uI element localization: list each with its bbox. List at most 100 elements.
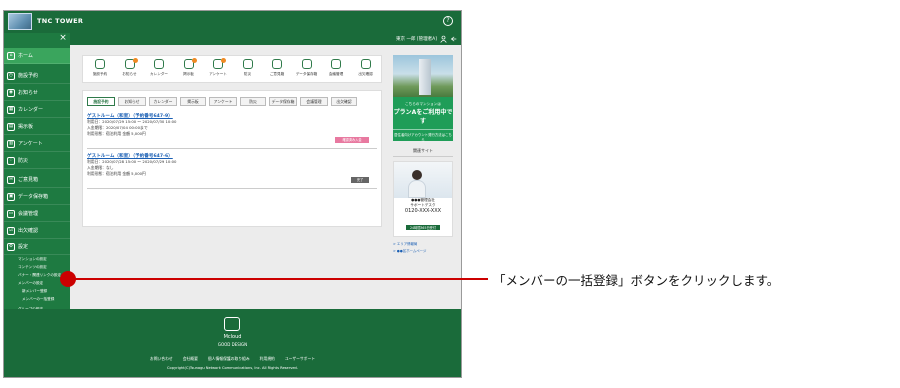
support-hours: 24時間365日受付 — [405, 225, 441, 230]
sidebar-item-7[interactable]: ✉ ご意見箱 — [4, 172, 70, 188]
sidebar: × ⌂ ホーム ◷ 施設予約 ◉ お知らせ ▦ カレンダー ▤ 掲示板 ▥ アンケート ♢ 防災 ✉ ご意見箱… — [4, 33, 70, 319]
top-bar: TNC TOWER ? — [4, 11, 461, 33]
reservation-entry: ゲストルーム（和室）（予約番号647-9） 利用日：2020/07/29 15:0… — [87, 113, 377, 149]
stage: TNC TOWER ? × ⌂ ホーム ◷ 施設予約 ◉ お知らせ ▦ カレンダー ▤ 掲示板 ▥ ア… — [0, 0, 900, 388]
main-area: 東京 一郎 [管理者A] 施設予約 お知らせ カレンダー 掲示板 アンケート 防災 ご意見箱… — [70, 33, 461, 309]
link-ward-homepage[interactable]: > ●●区ホームページ — [393, 248, 426, 253]
sidebar-item-label: カレンダー — [18, 107, 44, 113]
tab-7[interactable]: 会議管理 — [300, 97, 328, 106]
notification-badge — [221, 58, 226, 63]
tab-0[interactable]: 施設予約 — [87, 97, 115, 106]
sidebar-item-10[interactable]: ☑ 出欠確認 — [4, 223, 70, 239]
toolbar-label: ご意見箱 — [269, 72, 285, 76]
footer-link[interactable]: ユーザーサポート — [285, 356, 315, 361]
toolbar-label: アンケート — [209, 72, 227, 76]
user-name[interactable]: 東京 一郎 [管理者A] — [396, 36, 437, 42]
plan-line1: こちらのマンションは — [405, 102, 441, 106]
copyright: Copyright(C)Tsunagu Network Communicatio… — [167, 366, 298, 370]
toolbar-clock-button[interactable]: 施設予約 — [87, 59, 113, 81]
status-badge: 確認済み入金 — [335, 137, 369, 143]
icon-toolbar: 施設予約 お知らせ カレンダー 掲示板 アンケート 防災 ご意見箱 データ保存箱 会議管理 出欠確… — [82, 55, 382, 83]
sidebar-item-icon: ◉ — [7, 89, 15, 97]
support-card[interactable]: ●●●管理会社 サポートデスク 0120-XXX-XXX 24時間365日受付 — [393, 161, 453, 237]
calendar-icon — [154, 59, 164, 69]
annotation-text: 「メンバーの一括登録」ボタンをクリックします。 — [493, 273, 780, 288]
sidebar-item-label: 設定 — [18, 244, 29, 250]
sidebar-item-label: アンケート — [18, 141, 43, 147]
toolbar-label: 会議管理 — [328, 72, 344, 76]
sidebar-item-4[interactable]: ▤ 掲示板 — [4, 119, 70, 135]
attendance-icon — [360, 59, 371, 69]
sidebar-sub-item-1[interactable]: コンテンツの設定 — [4, 263, 70, 271]
notification-badge — [132, 58, 138, 63]
plan-line3: 居住者向けアカウント発行方法はこちら — [393, 129, 453, 142]
user-icon[interactable] — [440, 35, 447, 43]
clock-icon — [95, 59, 105, 69]
footer-link[interactable]: 利用規約 — [260, 356, 275, 361]
sidebar-item-3[interactable]: ▦ カレンダー — [4, 102, 70, 118]
footer-link[interactable]: お問い合わせ — [150, 356, 173, 361]
sidebar-item-0[interactable]: ⌂ ホーム — [4, 48, 70, 64]
annotation-marker — [60, 271, 76, 287]
sidebar-item-label: ご意見箱 — [18, 177, 39, 183]
sidebar-item-8[interactable]: ▣ データ保存箱 — [4, 189, 70, 205]
sidebar-item-1[interactable]: ◷ 施設予約 — [4, 68, 70, 84]
support-phone: 0120-XXX-XXX — [404, 208, 442, 214]
tab-3[interactable]: 掲示板 — [180, 97, 206, 106]
sidebar-item-label: 会議管理 — [18, 211, 39, 217]
toolbar-mailbox-button[interactable]: ご意見箱 — [264, 59, 290, 81]
sidebar-item-5[interactable]: ▥ アンケート — [4, 136, 70, 152]
support-photo — [394, 162, 452, 198]
sidebar-sub-item-0[interactable]: マンションの設定 — [4, 255, 70, 263]
related-sites-title: 関連サイト — [393, 148, 453, 157]
tab-6[interactable]: データ保存箱 — [269, 97, 297, 106]
tab-8[interactable]: 出欠確認 — [331, 97, 357, 106]
toolbar-shield-button[interactable]: 防災 — [235, 59, 261, 81]
toolbar-survey-button[interactable]: アンケート — [205, 58, 231, 81]
footer: Mcloud GOOD DESIGN お問い合わせ 会社概要 個人情報保護の取り組み… — [4, 309, 461, 377]
toolbar-calendar-button[interactable]: カレンダー — [146, 59, 172, 81]
sidebar-item-icon: ▤ — [7, 123, 15, 131]
footer-link[interactable]: 個人情報保護の取り組み — [208, 356, 250, 361]
sidebar-item-2[interactable]: ◉ お知らせ — [4, 85, 70, 101]
sidebar-item-label: 掲示板 — [18, 124, 34, 130]
reservation-entry: ゲストルーム（和室）（予約番号647-6） 利用日：2020/07/28 15:0… — [87, 153, 377, 189]
sidebar-sub-item-5[interactable]: メンバーの一括登録 — [4, 295, 70, 303]
notification-badge — [191, 58, 197, 63]
toolbar-bell-button[interactable]: お知らせ — [117, 58, 143, 81]
close-icon[interactable]: × — [58, 34, 68, 43]
sidebar-item-9[interactable]: ▭ 会議管理 — [4, 206, 70, 222]
toolbar-meeting-button[interactable]: 会議管理 — [323, 59, 349, 81]
sidebar-item-label: データ保存箱 — [18, 194, 49, 200]
sidebar-item-6[interactable]: ♢ 防災 — [4, 153, 70, 169]
tab-1[interactable]: お知らせ — [118, 97, 146, 106]
sidebar-item-11[interactable]: ⚙ 設定 — [4, 239, 70, 255]
building-photo — [393, 55, 453, 97]
sidebar-item-icon: ◷ — [7, 72, 15, 80]
logout-icon[interactable] — [450, 35, 457, 43]
footer-link[interactable]: 会社概要 — [183, 356, 198, 361]
sidebar-item-icon: ⌂ — [7, 52, 15, 60]
app-window: TNC TOWER ? × ⌂ ホーム ◷ 施設予約 ◉ お知らせ ▦ カレンダー ▤ 掲示板 ▥ ア… — [3, 10, 462, 378]
toolbar-board-button[interactable]: 掲示板 — [176, 58, 202, 81]
help-icon[interactable]: ? — [443, 16, 453, 26]
tab-4[interactable]: アンケート — [209, 97, 237, 106]
folder-icon — [301, 59, 312, 69]
status-badge: 完了 — [351, 177, 369, 183]
tab-2[interactable]: カレンダー — [149, 97, 177, 106]
sidebar-item-icon: ▥ — [7, 140, 15, 148]
toolbar-folder-button[interactable]: データ保存箱 — [294, 59, 320, 81]
plan-line2: プランAをご利用中です — [393, 109, 453, 125]
toolbar-attendance-button[interactable]: 出欠確認 — [353, 59, 379, 81]
tab-5[interactable]: 防災 — [240, 97, 266, 106]
plan-banner[interactable]: こちらのマンションは プランAをご利用中です 居住者向けアカウント発行方法はこち… — [393, 97, 453, 142]
sidebar-item-icon: ▦ — [7, 106, 15, 114]
footer-brand: Mcloud — [223, 334, 242, 340]
link-area-info[interactable]: > エリア情報局 — [393, 241, 417, 246]
app-title: TNC TOWER — [37, 17, 84, 25]
toolbar-label: 掲示板 — [183, 72, 194, 76]
sidebar-sub-item-4[interactable]: 新メンバー登録 — [4, 287, 70, 295]
shield-icon — [242, 59, 253, 69]
reservation-detail: 利用形態：宿泊利用 金額 5,000円 — [87, 131, 146, 137]
building-logo-icon — [8, 13, 32, 30]
